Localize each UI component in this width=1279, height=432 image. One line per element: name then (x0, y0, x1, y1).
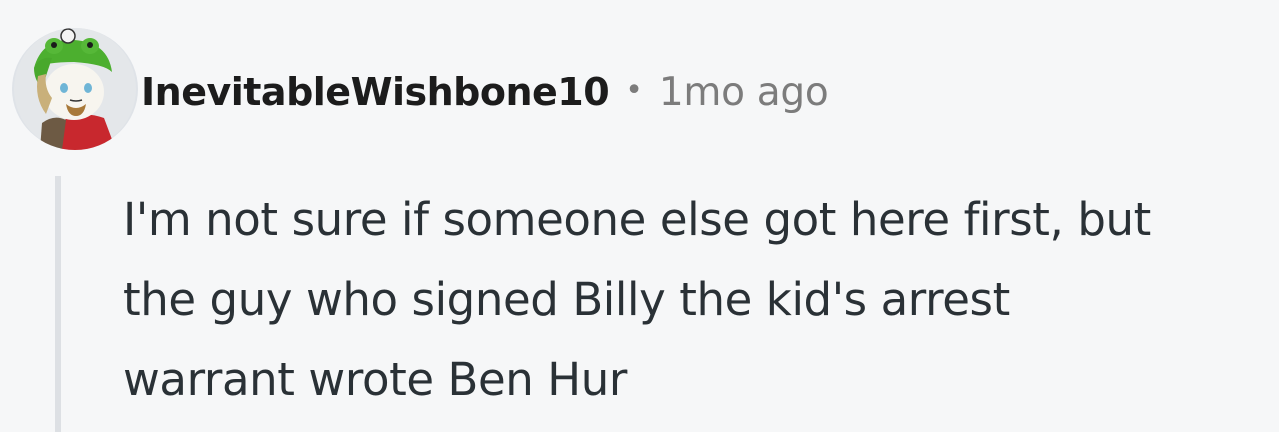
comment-body-line: I'm not sure if someone else got here fi… (123, 193, 1151, 246)
author-username[interactable]: InevitableWishbone10 (141, 70, 610, 114)
user-avatar[interactable] (12, 28, 138, 150)
comment-header: InevitableWishbone10 • 1mo ago (141, 62, 829, 122)
comment: InevitableWishbone10 • 1mo ago I'm not s… (0, 0, 1279, 432)
comment-body-line: warrant wrote Ben Hur (123, 353, 627, 406)
comment-body: I'm not sure if someone else got here fi… (123, 180, 1273, 420)
meta-separator: • (625, 72, 643, 108)
comment-body-line: the guy who signed Billy the kid's arres… (123, 273, 1010, 326)
avatar-icon (14, 28, 136, 150)
comment-timestamp[interactable]: 1mo ago (659, 70, 829, 115)
thread-line[interactable] (55, 176, 61, 432)
